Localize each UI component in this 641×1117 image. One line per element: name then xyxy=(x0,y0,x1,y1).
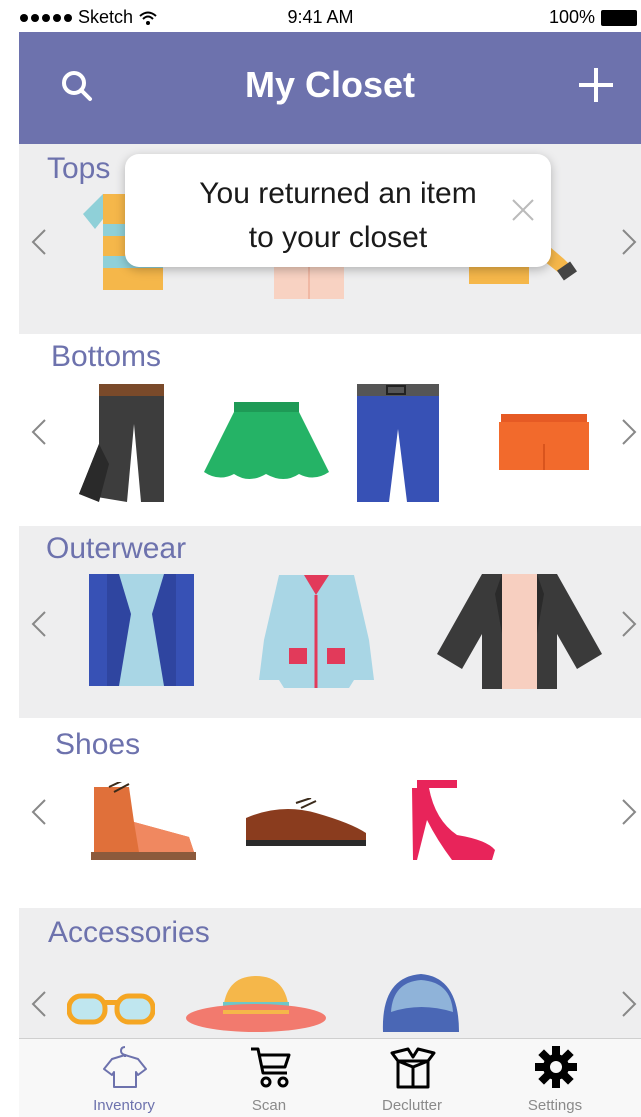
pink-high-heel-item[interactable] xyxy=(407,780,497,865)
tab-label: Inventory xyxy=(93,1097,155,1114)
plus-icon[interactable] xyxy=(573,62,619,108)
brown-oxford-item[interactable] xyxy=(241,798,371,853)
cart-icon xyxy=(251,1047,291,1088)
chevron-left-icon[interactable] xyxy=(27,794,51,830)
category-title: Outerwear xyxy=(46,532,187,565)
brown-boot-item[interactable] xyxy=(89,782,199,862)
battery-icon xyxy=(601,9,637,26)
category-accessories: Accessories xyxy=(19,908,641,1038)
blue-blazer-item[interactable] xyxy=(89,574,194,686)
chevron-left-icon[interactable] xyxy=(27,986,51,1022)
chevron-left-icon[interactable] xyxy=(27,414,51,450)
status-right: 100% xyxy=(549,7,637,28)
orange-shorts-item[interactable] xyxy=(499,414,589,472)
category-title: Shoes xyxy=(55,728,141,761)
page-title: My Closet xyxy=(244,64,416,105)
category-title: Bottoms xyxy=(51,340,162,373)
category-title: Tops xyxy=(47,152,111,185)
tab-declutter[interactable]: Declutter xyxy=(352,1039,472,1117)
toast-message-line2: to your closet xyxy=(248,221,428,254)
light-blue-coat-item[interactable] xyxy=(259,570,374,688)
status-time: 9:41 AM xyxy=(287,7,354,27)
tab-label: Settings xyxy=(527,1097,583,1114)
baseball-cap-item[interactable] xyxy=(381,972,461,1038)
chevron-left-icon[interactable] xyxy=(27,224,51,260)
hanger-shirt-icon xyxy=(103,1046,147,1088)
blue-jeans-item[interactable] xyxy=(357,384,442,504)
close-icon[interactable] xyxy=(509,196,537,224)
category-title: Accessories xyxy=(48,916,210,949)
black-jacket-item[interactable] xyxy=(437,574,602,692)
tab-label: Declutter xyxy=(381,1097,443,1114)
toast-message-line1: You returned an item xyxy=(199,177,477,210)
tab-label: Scan xyxy=(251,1097,287,1114)
chevron-left-icon[interactable] xyxy=(27,606,51,642)
chevron-right-icon[interactable] xyxy=(617,606,641,642)
box-icon xyxy=(390,1047,436,1089)
sunglasses-item[interactable] xyxy=(67,992,155,1028)
chevron-right-icon[interactable] xyxy=(617,986,641,1022)
navigation-header: My Closet xyxy=(19,32,641,144)
toast-notification: You returned an item to your closet xyxy=(125,154,551,267)
toast-message: You returned an item to your closet xyxy=(155,172,521,260)
tab-bar: Inventory Scan Declutter Settings xyxy=(19,1038,641,1117)
chevron-right-icon[interactable] xyxy=(617,414,641,450)
chevron-right-icon[interactable] xyxy=(617,794,641,830)
battery-percent: 100% xyxy=(548,7,595,27)
chevron-right-icon[interactable] xyxy=(617,224,641,260)
status-bar: Sketch 9:41 AM 100% xyxy=(0,0,641,32)
tab-scan[interactable]: Scan xyxy=(209,1039,329,1117)
gear-icon xyxy=(535,1046,577,1088)
black-pants-item[interactable] xyxy=(79,384,169,504)
tab-settings[interactable]: Settings xyxy=(495,1039,615,1117)
category-bottoms: Bottoms xyxy=(19,334,641,526)
tab-inventory[interactable]: Inventory xyxy=(64,1039,184,1117)
green-skirt-item[interactable] xyxy=(204,402,329,482)
sun-hat-item[interactable] xyxy=(185,976,327,1038)
category-shoes: Shoes xyxy=(19,718,641,908)
category-outerwear: Outerwear xyxy=(19,526,641,718)
